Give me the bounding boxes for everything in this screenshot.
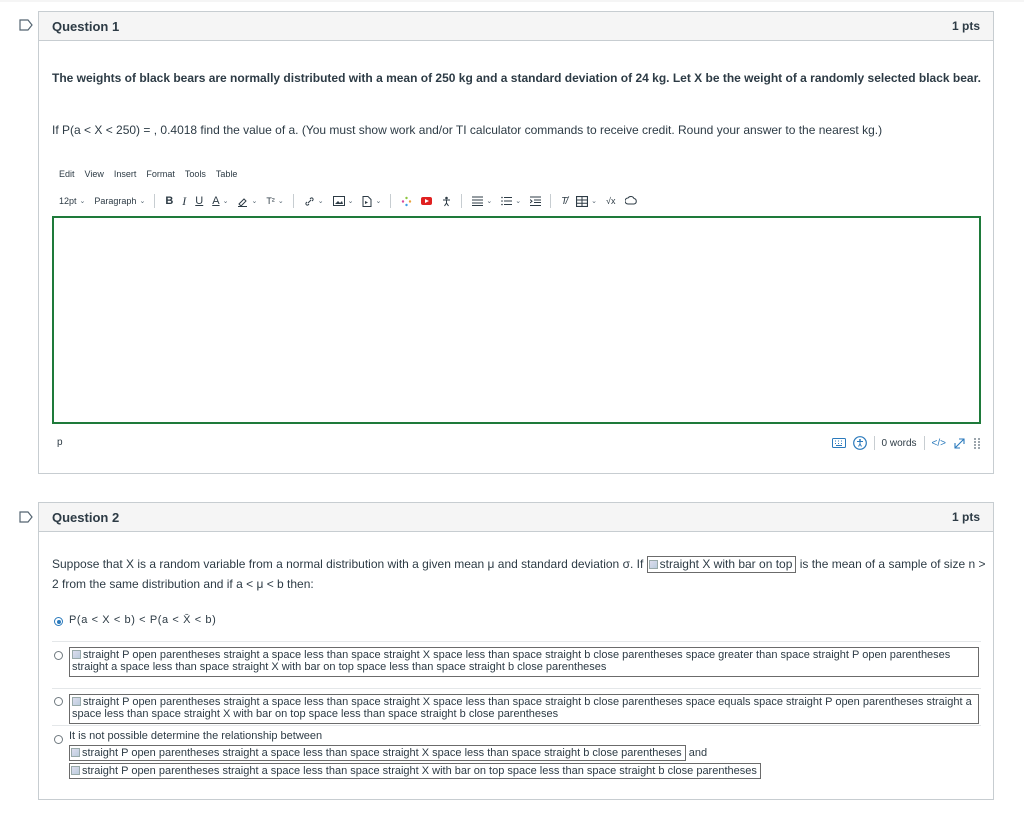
flag-question-2-icon[interactable] bbox=[19, 511, 33, 523]
align-button[interactable]: ⌄ bbox=[472, 196, 492, 206]
answer-label: P(a < X < b) < P(a < X̄ < b) bbox=[69, 614, 217, 626]
answer-formula-line: straight P open parentheses straight a s… bbox=[69, 745, 707, 761]
answer-radio[interactable] bbox=[54, 735, 63, 744]
html-editor-toggle[interactable]: </> bbox=[932, 438, 946, 449]
list-icon bbox=[501, 196, 513, 206]
image-button[interactable]: ⌄ bbox=[332, 196, 353, 206]
broken-image-icon bbox=[71, 766, 80, 775]
answer-formula-image: straight P open parentheses straight a s… bbox=[69, 763, 761, 779]
question-text-bold: The weights of black bears are normally … bbox=[52, 71, 981, 85]
question-title: Question 1 bbox=[52, 18, 120, 34]
question-points: 1 pts bbox=[951, 19, 980, 33]
editor-toolbar: 12pt ⌄ Paragraph ⌄ B I U A ⌄ ⌄ T² ⌄ ⌄ ⌄ ⌄ bbox=[59, 193, 646, 209]
toolbar-divider bbox=[390, 194, 392, 208]
menu-table[interactable]: Table bbox=[216, 169, 238, 179]
toolbar-divider bbox=[154, 194, 156, 208]
toolbar-divider bbox=[292, 194, 294, 208]
answer-formula-line: straight P open parentheses straight a s… bbox=[69, 763, 761, 779]
media-button[interactable] bbox=[421, 197, 433, 205]
equation-button[interactable]: √x bbox=[606, 196, 615, 206]
answer-option[interactable]: P(a < X < b) < P(a < X̄ < b) bbox=[52, 608, 981, 641]
broken-image-icon bbox=[72, 650, 81, 659]
accessibility-checker-icon bbox=[443, 196, 451, 206]
answer-option[interactable]: straight P open parentheses straight a s… bbox=[52, 688, 981, 725]
list-button[interactable]: ⌄ bbox=[501, 196, 521, 206]
italic-button[interactable]: I bbox=[182, 194, 186, 209]
statusbar-divider bbox=[873, 436, 875, 450]
font-size-select[interactable]: 12pt ⌄ bbox=[59, 196, 85, 206]
rce-button[interactable] bbox=[624, 196, 637, 206]
underline-button[interactable]: U bbox=[195, 195, 203, 207]
rich-text-editor[interactable] bbox=[52, 216, 981, 424]
question-2: Question 2 1 pts Suppose that X is a ran… bbox=[38, 502, 994, 800]
answer-list: P(a < X < b) < P(a < X̄ < b) straight P … bbox=[52, 608, 981, 785]
indent-icon bbox=[530, 196, 542, 206]
word-count: 0 words bbox=[881, 437, 917, 449]
menu-format[interactable]: Format bbox=[146, 169, 175, 179]
question-header: Question 1 1 pts bbox=[39, 12, 993, 41]
answer-radio[interactable] bbox=[54, 651, 63, 660]
answer-formula-image: straight P open parentheses straight a s… bbox=[69, 745, 686, 761]
inline-formula-image: straight X with bar on top bbox=[646, 556, 797, 573]
answer-option[interactable]: straight P open parentheses straight a s… bbox=[52, 641, 981, 688]
text-color-button[interactable]: A ⌄ bbox=[212, 195, 228, 207]
menu-view[interactable]: View bbox=[85, 169, 104, 179]
question-header: Question 2 1 pts bbox=[39, 503, 993, 532]
block-format-select[interactable]: Paragraph ⌄ bbox=[94, 196, 145, 206]
answer-radio[interactable] bbox=[54, 617, 63, 626]
media-icon bbox=[421, 197, 433, 205]
apps-icon bbox=[402, 196, 412, 206]
rce-icon bbox=[624, 196, 637, 205]
document-icon bbox=[362, 195, 372, 207]
accessibility-icon[interactable] bbox=[852, 436, 867, 450]
link-button[interactable]: ⌄ bbox=[304, 196, 324, 207]
question-title: Question 2 bbox=[52, 509, 120, 525]
element-path[interactable]: p bbox=[57, 437, 63, 448]
answer-radio[interactable] bbox=[54, 697, 63, 706]
toolbar-divider bbox=[550, 194, 552, 208]
menu-insert[interactable]: Insert bbox=[114, 169, 137, 179]
question-1: Question 1 1 pts The weights of black be… bbox=[38, 11, 994, 474]
statusbar-tools: 0 words </> bbox=[831, 435, 981, 451]
answer-formula-image: straight P open parentheses straight a s… bbox=[69, 694, 979, 724]
broken-image-icon bbox=[72, 697, 81, 706]
superscript-button[interactable]: T² ⌄ bbox=[266, 196, 283, 206]
image-icon bbox=[332, 196, 345, 206]
menu-tools[interactable]: Tools bbox=[185, 169, 206, 179]
keyboard-icon[interactable] bbox=[831, 438, 846, 448]
indent-button[interactable] bbox=[530, 196, 542, 206]
bold-button[interactable]: B bbox=[165, 195, 173, 207]
question-prompt: If P(a < X < 250) = , 0.4018 find the va… bbox=[52, 123, 883, 137]
menu-edit[interactable]: Edit bbox=[59, 169, 75, 179]
broken-image-icon bbox=[648, 560, 658, 569]
broken-image-icon bbox=[71, 748, 80, 757]
drag-handle-icon[interactable] bbox=[973, 437, 981, 450]
align-icon bbox=[472, 196, 484, 206]
clear-formatting-button[interactable]: T̸ bbox=[561, 196, 567, 207]
highlighter-icon bbox=[238, 197, 248, 207]
question-text: Suppose that X is a random variable from… bbox=[52, 556, 986, 591]
question-points: 1 pts bbox=[951, 510, 980, 524]
answer-option[interactable]: It is not possible determine the relatio… bbox=[52, 725, 981, 785]
table-icon bbox=[576, 195, 589, 207]
statusbar-divider bbox=[923, 436, 925, 450]
link-icon bbox=[305, 196, 314, 206]
highlight-color-button[interactable]: ⌄ bbox=[237, 196, 257, 207]
answer-label: It is not possible determine the relatio… bbox=[69, 730, 323, 742]
apps-button[interactable] bbox=[401, 196, 412, 207]
answer-formula-image: straight P open parentheses straight a s… bbox=[69, 647, 979, 677]
flag-question-1-icon[interactable] bbox=[19, 19, 33, 31]
toolbar-divider bbox=[461, 194, 463, 208]
accessibility-checker-button[interactable] bbox=[441, 196, 452, 207]
fullscreen-icon[interactable] bbox=[953, 437, 966, 450]
editor-statusbar: p 0 words </> bbox=[52, 435, 981, 451]
document-button[interactable]: ⌄ bbox=[362, 195, 381, 207]
top-divider bbox=[0, 0, 1024, 2]
editor-menubar: Edit View Insert Format Tools Table bbox=[59, 169, 237, 179]
table-button[interactable]: ⌄ bbox=[576, 195, 597, 207]
